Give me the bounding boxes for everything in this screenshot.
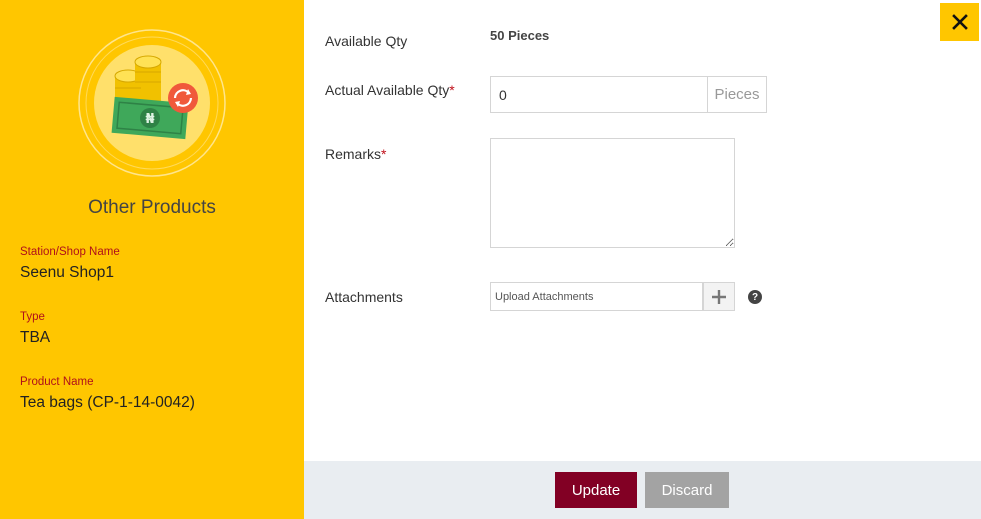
actual-qty-input[interactable] bbox=[490, 76, 708, 113]
form-footer bbox=[304, 461, 981, 519]
qty-unit-addon: Pieces bbox=[707, 76, 767, 113]
station-shop-name-value: Seenu Shop1 bbox=[20, 264, 114, 281]
available-qty-label: Available Qty bbox=[325, 33, 408, 49]
required-mark: * bbox=[381, 146, 387, 162]
close-button[interactable] bbox=[940, 3, 979, 41]
attachments-label: Attachments bbox=[325, 289, 403, 305]
available-qty-value: 50 Pieces bbox=[490, 28, 550, 43]
close-icon bbox=[951, 14, 968, 30]
add-attachment-button[interactable] bbox=[703, 282, 735, 311]
discard-button[interactable]: Discard bbox=[645, 472, 729, 508]
upload-attachments-input[interactable] bbox=[490, 282, 703, 311]
product-name-value: Tea bags (CP-1-14-0042) bbox=[20, 394, 195, 411]
product-summary-panel: ₦ Other Products Station/Shop Name Seenu… bbox=[0, 0, 304, 519]
required-mark: * bbox=[449, 82, 455, 98]
station-shop-name-label: Station/Shop Name bbox=[20, 246, 120, 258]
product-name-label: Product Name bbox=[20, 376, 94, 388]
help-icon[interactable]: ? bbox=[748, 290, 762, 304]
coins-cash-refresh-icon: ₦ bbox=[78, 29, 226, 177]
update-button[interactable]: Update bbox=[555, 472, 637, 508]
remarks-textarea[interactable] bbox=[490, 138, 735, 248]
remarks-label: Remarks* bbox=[325, 146, 387, 162]
actual-qty-label: Actual Available Qty* bbox=[325, 82, 455, 98]
type-value: TBA bbox=[20, 329, 51, 346]
plus-icon bbox=[712, 289, 726, 304]
type-label: Type bbox=[20, 311, 45, 323]
panel-title: Other Products bbox=[88, 197, 216, 218]
svg-text:₦: ₦ bbox=[145, 112, 154, 127]
